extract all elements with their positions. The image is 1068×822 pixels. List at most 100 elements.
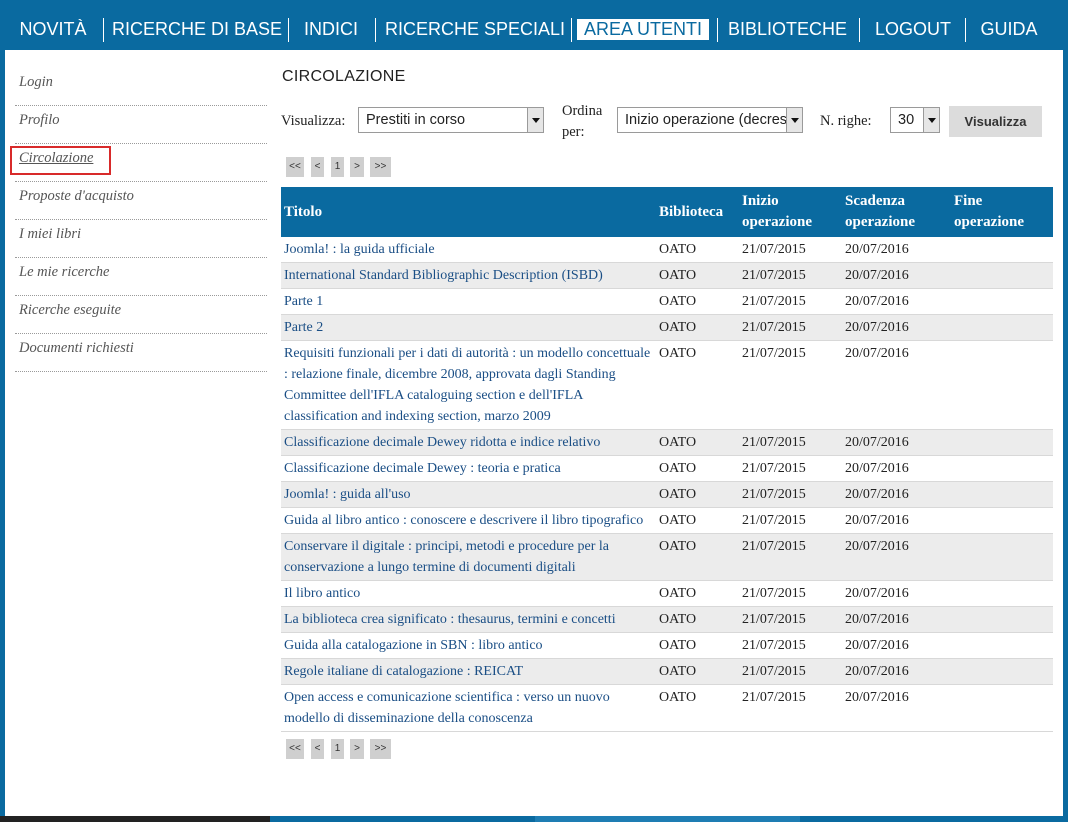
cell-scadenza: 20/07/2016 bbox=[842, 288, 951, 315]
pager-page-button[interactable]: 1 bbox=[331, 739, 344, 759]
cell-biblioteca: OATO bbox=[656, 455, 739, 482]
sidebar-item-ricerche-eseguite[interactable]: Ricerche eseguite bbox=[15, 296, 267, 334]
nav-separator bbox=[717, 18, 718, 42]
cell-inizio: 21/07/2015 bbox=[739, 429, 842, 456]
righe-select-value: 30 bbox=[898, 112, 915, 128]
nav-guida[interactable]: GUIDA bbox=[975, 17, 1043, 42]
pager-first-button[interactable]: << bbox=[286, 739, 304, 759]
sidebar-item-label[interactable]: Proposte d'acquisto bbox=[19, 188, 134, 205]
visualizza-select[interactable]: Prestiti in corso bbox=[358, 107, 544, 133]
nav-ricerche-di-base[interactable]: RICERCHE DI BASE bbox=[112, 17, 282, 42]
table-row: Parte 1 OATO 21/07/2015 20/07/2016 bbox=[281, 288, 1053, 315]
chevron-down-icon bbox=[923, 108, 939, 132]
cell-scadenza: 20/07/2016 bbox=[842, 580, 951, 607]
cell-fine bbox=[951, 288, 1053, 315]
cell-titolo[interactable]: Parte 2 bbox=[281, 314, 656, 341]
cell-inizio: 21/07/2015 bbox=[739, 658, 842, 685]
cell-inizio: 21/07/2015 bbox=[739, 237, 842, 263]
pager-page-button[interactable]: 1 bbox=[331, 157, 344, 177]
ordina-select[interactable]: Inizio operazione (decrescente) bbox=[617, 107, 803, 133]
visualizza-select-value: Prestiti in corso bbox=[366, 112, 466, 128]
cell-titolo[interactable]: La biblioteca crea significato : thesaur… bbox=[281, 606, 656, 633]
cell-titolo[interactable]: Classificazione decimale Dewey : teoria … bbox=[281, 455, 656, 482]
cell-titolo[interactable]: Joomla! : la guida ufficiale bbox=[281, 237, 656, 263]
cell-titolo[interactable]: Guida alla catalogazione in SBN : libro … bbox=[281, 632, 656, 659]
cell-scadenza: 20/07/2016 bbox=[842, 314, 951, 341]
sidebar-item-label[interactable]: Profilo bbox=[19, 112, 60, 129]
cell-biblioteca: OATO bbox=[656, 580, 739, 607]
col-header-biblioteca[interactable]: Biblioteca bbox=[656, 187, 739, 237]
sidebar-item-label[interactable]: Circolazione bbox=[19, 150, 93, 167]
cell-biblioteca: OATO bbox=[656, 533, 739, 581]
nav-novita[interactable]: NOVITÀ bbox=[13, 17, 93, 42]
cell-fine bbox=[951, 684, 1053, 732]
sidebar-item-label[interactable]: Documenti richiesti bbox=[19, 340, 134, 357]
ordina-label: Ordina bbox=[562, 103, 603, 119]
cell-fine bbox=[951, 455, 1053, 482]
sidebar-item-miei-libri[interactable]: I miei libri bbox=[15, 220, 267, 258]
col-header-inizio[interactable]: Inizio operazione bbox=[739, 187, 842, 237]
cell-biblioteca: OATO bbox=[656, 684, 739, 732]
pager-first-button[interactable]: << bbox=[286, 157, 304, 177]
cell-scadenza: 20/07/2016 bbox=[842, 632, 951, 659]
cell-titolo[interactable]: Conservare il digitale : principi, metod… bbox=[281, 533, 656, 581]
loans-table: Titolo Biblioteca Inizio operazione Scad… bbox=[281, 187, 1053, 732]
cell-inizio: 21/07/2015 bbox=[739, 632, 842, 659]
nav-biblioteche[interactable]: BIBLIOTECHE bbox=[725, 17, 850, 42]
righe-select[interactable]: 30 bbox=[890, 107, 940, 133]
nav-indici[interactable]: INDICI bbox=[298, 17, 364, 42]
table-row: Classificazione decimale Dewey : teoria … bbox=[281, 455, 1053, 482]
cell-fine bbox=[951, 340, 1053, 430]
cell-titolo[interactable]: Il libro antico bbox=[281, 580, 656, 607]
cell-biblioteca: OATO bbox=[656, 632, 739, 659]
nav-ricerche-speciali[interactable]: RICERCHE SPECIALI bbox=[385, 17, 565, 42]
col-header-fine[interactable]: Fine operazione bbox=[951, 187, 1053, 237]
sidebar-item-mie-ricerche[interactable]: Le mie ricerche bbox=[15, 258, 267, 296]
cell-titolo[interactable]: Classificazione decimale Dewey ridotta e… bbox=[281, 429, 656, 456]
cell-fine bbox=[951, 481, 1053, 508]
pager-prev-button[interactable]: < bbox=[311, 739, 324, 759]
cell-biblioteca: OATO bbox=[656, 340, 739, 430]
cell-titolo[interactable]: Requisiti funzionali per i dati di autor… bbox=[281, 340, 656, 430]
visualizza-button[interactable]: Visualizza bbox=[949, 106, 1042, 137]
pager-next-button[interactable]: > bbox=[350, 157, 364, 177]
cell-biblioteca: OATO bbox=[656, 262, 739, 289]
cell-titolo[interactable]: International Standard Bibliographic Des… bbox=[281, 262, 656, 289]
cell-inizio: 21/07/2015 bbox=[739, 288, 842, 315]
pager-last-button[interactable]: >> bbox=[370, 739, 391, 759]
cell-titolo[interactable]: Regole italiane di catalogazione : REICA… bbox=[281, 658, 656, 685]
col-header-titolo[interactable]: Titolo bbox=[281, 187, 656, 237]
nav-area-utenti[interactable]: AREA UTENTI bbox=[577, 19, 709, 40]
sidebar-item-documenti-richiesti[interactable]: Documenti richiesti bbox=[15, 334, 267, 372]
cell-inizio: 21/07/2015 bbox=[739, 262, 842, 289]
cell-scadenza: 20/07/2016 bbox=[842, 481, 951, 508]
table-row: Il libro antico OATO 21/07/2015 20/07/2016 bbox=[281, 580, 1053, 607]
ordina-select-value: Inizio operazione (decrescente) bbox=[625, 112, 802, 128]
cell-titolo[interactable]: Parte 1 bbox=[281, 288, 656, 315]
nav-logout[interactable]: LOGOUT bbox=[869, 17, 957, 42]
sidebar-item-profilo[interactable]: Profilo bbox=[15, 106, 267, 144]
col-header-scadenza[interactable]: Scadenza operazione bbox=[842, 187, 951, 237]
cell-inizio: 21/07/2015 bbox=[739, 533, 842, 581]
cell-titolo[interactable]: Joomla! : guida all'uso bbox=[281, 481, 656, 508]
table-row: Classificazione decimale Dewey ridotta e… bbox=[281, 429, 1053, 456]
sidebar-item-label[interactable]: Ricerche eseguite bbox=[19, 302, 121, 319]
cell-inizio: 21/07/2015 bbox=[739, 507, 842, 534]
cell-biblioteca: OATO bbox=[656, 507, 739, 534]
sidebar-item-proposte-acquisto[interactable]: Proposte d'acquisto bbox=[15, 182, 267, 220]
pager-prev-button[interactable]: < bbox=[311, 157, 324, 177]
cell-titolo[interactable]: Guida al libro antico : conoscere e desc… bbox=[281, 507, 656, 534]
cell-titolo[interactable]: Open access e comunicazione scientifica … bbox=[281, 684, 656, 732]
pager-next-button[interactable]: > bbox=[350, 739, 364, 759]
sidebar-item-label[interactable]: I miei libri bbox=[19, 226, 81, 243]
sidebar-item-label[interactable]: Le mie ricerche bbox=[19, 264, 109, 281]
ordina-per-label: per: bbox=[562, 124, 585, 140]
cell-biblioteca: OATO bbox=[656, 481, 739, 508]
sidebar-item-circolazione[interactable]: Circolazione bbox=[10, 144, 267, 182]
sidebar-item-label[interactable]: Login bbox=[19, 74, 53, 91]
cell-fine bbox=[951, 429, 1053, 456]
sidebar-item-login[interactable]: Login bbox=[15, 68, 267, 106]
pager-last-button[interactable]: >> bbox=[370, 157, 391, 177]
nav-separator bbox=[375, 18, 376, 42]
cell-inizio: 21/07/2015 bbox=[739, 340, 842, 430]
